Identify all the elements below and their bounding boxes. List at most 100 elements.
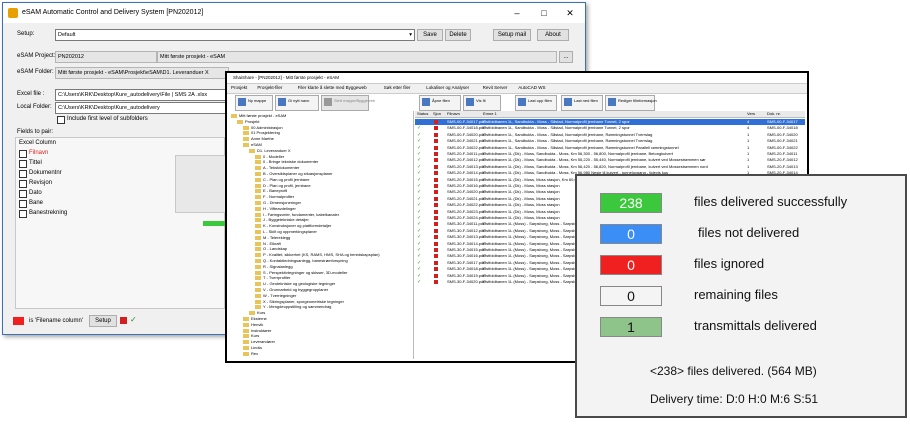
tree-node[interactable]: T - Tverrprofiler — [255, 275, 290, 280]
field-checkbox[interactable] — [19, 200, 27, 208]
excel-file-field[interactable]: C:\Users\KRK\Desktop\Kure_autodelivery\F… — [55, 89, 229, 101]
folder-tree[interactable]: Mitt første prosjekt - eSAM Prosjekt 00 Ad… — [227, 111, 414, 359]
tree-node[interactable]: G - Dimensjoneringer — [255, 200, 301, 205]
stop-icon[interactable] — [120, 317, 127, 324]
tree-node[interactable]: X - Sikringsplaner, sporgeometriske tegn… — [255, 299, 344, 304]
tree-node[interactable]: R - Signalanlegg — [255, 264, 293, 269]
maximize-icon[interactable]: □ — [533, 6, 555, 20]
tree-node[interactable]: Leverandører — [243, 339, 275, 344]
column-header[interactable]: Filnavn — [447, 111, 460, 117]
folder-icon — [255, 299, 261, 304]
tree-node[interactable]: S - Perspektivtegninger og skisser, 3D-m… — [255, 270, 347, 275]
new-folder-button[interactable]: Ny mappe — [235, 95, 273, 111]
tree-node[interactable]: eSAM — [243, 142, 262, 147]
table-row[interactable]: ✓ SMS-20-F-34012.pdf Østfoldbanen 1L (Dk) … — [415, 157, 805, 163]
field-checkbox[interactable] — [19, 190, 27, 198]
menu-item[interactable]: AutoCAD WS — [518, 85, 545, 90]
field-checkbox[interactable] — [19, 170, 27, 178]
menu-item[interactable]: Søk etter filer — [384, 85, 411, 90]
field-checkbox[interactable] — [19, 150, 27, 158]
close-icon[interactable]: ✕ — [559, 6, 581, 20]
download-file-button[interactable]: Last ned filen — [561, 95, 603, 111]
field-checkbox[interactable] — [19, 210, 27, 218]
tree-node[interactable]: V - Grunnarbeid og byggegropplaner — [255, 287, 328, 292]
upload-file-button[interactable]: Last opp filen — [515, 95, 557, 111]
tree-node[interactable]: K - Konstruksjoner og plattformdetaljer — [255, 223, 331, 228]
table-row[interactable]: ✓ SMS-00-F-34022.pdf Østfoldbanen 1L, Sand… — [415, 145, 805, 151]
tree-node[interactable]: H - Vifteavdelinger — [255, 206, 296, 211]
tree-node[interactable]: Q - Kontaktledningsanlegg, banestrømfors… — [255, 258, 348, 263]
setup-select[interactable]: Default ▾ — [55, 29, 415, 41]
delete-folder-button[interactable]: Slett mappe/Byggeweb — [321, 95, 375, 111]
local-folder-field[interactable]: C:\Users\KRK\Desktop\Kure_autodelivery — [55, 102, 229, 114]
column-header[interactable]: Dok. nr. — [767, 111, 781, 117]
minimize-icon[interactable]: – — [506, 6, 528, 20]
tree-node[interactable]: Henvik — [243, 322, 263, 327]
field-checkbox[interactable] — [19, 160, 27, 168]
tree-node[interactable]: F - Normalprofiler — [255, 194, 294, 199]
table-row[interactable]: ✓ SMS-00-F-34021.pdf Østfoldbanen 1L, Sand… — [415, 138, 805, 144]
tree-node[interactable]: 00 Administrasjon — [243, 125, 283, 130]
include-subfolders-checkbox[interactable] — [57, 116, 65, 124]
tree-node[interactable]: P - Kvalitet, sikkerhet (KS, RAMS, HMS, … — [255, 252, 380, 257]
tree-node[interactable]: Lindia — [243, 345, 262, 350]
tree-node[interactable]: M - Telereklegg — [255, 235, 290, 240]
column-header[interactable]: Emne 1 — [483, 111, 497, 117]
tree-node[interactable]: J - Byggetekniske detaljer — [255, 217, 309, 222]
menu-item[interactable]: Filer klarte å slette med Byggeweb — [298, 85, 367, 90]
tree-node[interactable]: D - Plan og profil, jernbane — [255, 183, 311, 188]
menu-item[interactable]: Lokaliser og Analyser — [426, 85, 469, 90]
tree-node[interactable]: A - Tekstdokumenter — [255, 165, 299, 170]
about-button[interactable]: About — [537, 29, 569, 41]
tree-node[interactable]: Instruktører — [243, 328, 271, 333]
tree-node[interactable]: D1. Leveranduer X — [249, 148, 291, 153]
browse-button[interactable]: ... — [559, 51, 573, 63]
table-row[interactable]: ✓ SMS-00-F-34018.pdf Østfoldbanen 1L, Sand… — [415, 125, 805, 131]
setup-button[interactable]: Setup — [89, 315, 117, 327]
menu-item[interactable]: Revit Server — [483, 85, 508, 90]
save-button[interactable]: Save — [417, 29, 443, 41]
tree-node[interactable]: Rex — [243, 351, 258, 356]
tree-node[interactable]: L - Skilt og oppmerkingsplaner — [255, 229, 317, 234]
tree-node[interactable]: N - Elkraft — [255, 241, 281, 246]
tree-node[interactable]: U - Geotekniske og geologiske tegninger — [255, 281, 335, 286]
column-header[interactable]: Vers — [747, 111, 755, 117]
tree-node[interactable]: Eksterne — [243, 316, 267, 321]
tree-node[interactable]: 0 - Bringe tekniske dokumenter — [255, 159, 318, 164]
tree-node[interactable]: O - Landskap — [255, 246, 287, 251]
tree-node[interactable]: Prosjekt — [237, 119, 259, 124]
column-header[interactable]: Status — [417, 111, 428, 117]
tree-node[interactable]: W - Tverrtegninger — [255, 293, 296, 298]
tree-node[interactable]: 01 Prosjektering — [243, 130, 280, 135]
rename-button[interactable]: Gi nytt navn — [275, 95, 319, 111]
local-folder-label: Local Folder: — [17, 104, 52, 110]
menu-item[interactable]: Prosjekt — [231, 85, 247, 90]
check-icon[interactable]: ✓ — [130, 315, 137, 324]
setup-mail-button[interactable]: Setup mail — [493, 29, 531, 41]
edit-file-info-button[interactable]: Rediger filinformasjon — [605, 95, 657, 111]
view-file-button[interactable]: Vis fil — [463, 95, 501, 111]
tree-node[interactable]: 0 - Modeller — [255, 154, 284, 159]
tree-node[interactable]: Kurs — [243, 333, 259, 338]
tree-node[interactable]: Mitt første prosjekt - eSAM — [231, 113, 286, 118]
tree-node[interactable]: C - Plan og profil jernbane — [255, 177, 309, 182]
open-file-button[interactable]: Åpne filen — [419, 95, 461, 111]
tree-node[interactable]: Anne Marthe — [243, 136, 274, 141]
table-row[interactable]: ✓ SMS-20-F-34013.pdf Østfoldbanen 1L (Dk) … — [415, 164, 805, 170]
table-row[interactable]: ✓ SMS-00-F-34020.pdf Østfoldbanen 1L, Sand… — [415, 132, 805, 138]
tree-node[interactable]: Y - Mengdeoppstilling og sammendrag — [255, 304, 331, 309]
menu-item[interactable]: Prosjekt-filer — [257, 85, 282, 90]
tree-node-label: 0 - Modeller — [263, 153, 285, 159]
tree-node[interactable]: Kurs — [249, 310, 265, 315]
tree-node[interactable]: B - Oversiktsplaner og situasjonsplaner — [255, 171, 333, 176]
field-checkbox[interactable] — [19, 180, 27, 188]
tree-node[interactable]: E - Baneprofil — [255, 188, 287, 193]
app-icon — [8, 8, 18, 18]
column-header[interactable]: Sjon — [433, 111, 441, 117]
delete-button[interactable]: Delete — [445, 29, 471, 41]
table-row[interactable]: ✓ SMS-20-F-34011.pdf Østfoldbanen 1L (Dk) … — [415, 151, 805, 157]
cell-file: SMS-20-F-34011.pdf — [447, 151, 485, 156]
tree-node[interactable]: I - Føringsveier, fundamenter, kabelkana… — [255, 212, 339, 217]
folder-icon — [255, 287, 261, 292]
table-row[interactable]: ✓ SMS-00-F-34017.pdf Østfoldbanen 1L, Sand… — [415, 119, 805, 125]
